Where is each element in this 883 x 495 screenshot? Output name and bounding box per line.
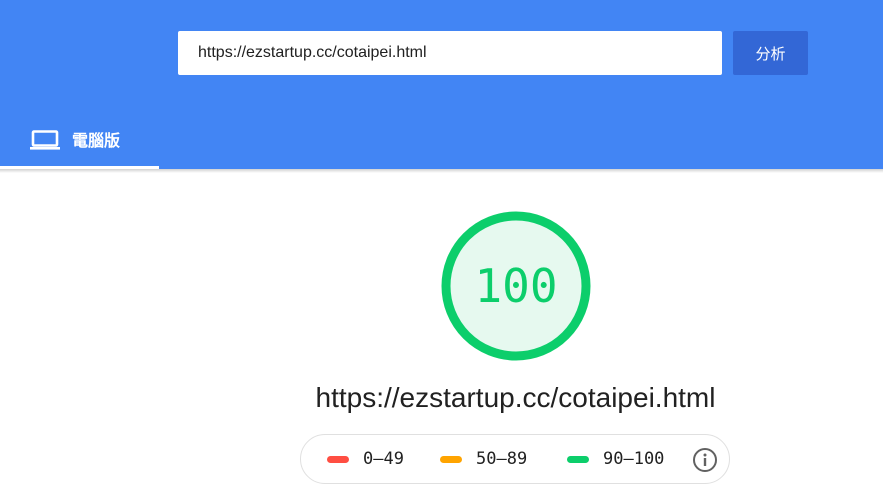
analyze-button[interactable]: 分析	[733, 31, 808, 75]
header-shadow	[0, 169, 883, 173]
legend-swatch-pass	[567, 455, 589, 463]
legend-item-average: 50–89	[440, 435, 527, 483]
legend-item-pass: 90–100	[567, 435, 664, 483]
performance-score: 100	[474, 259, 558, 313]
legend-label-fail: 0–49	[363, 449, 404, 469]
legend-swatch-fail	[327, 455, 349, 463]
tab-desktop-label: 電腦版	[72, 131, 121, 150]
legend-label-average: 50–89	[476, 449, 528, 469]
tab-desktop[interactable]: 電腦版	[0, 110, 159, 169]
laptop-icon	[30, 130, 60, 150]
score-legend: 0–49 50–89 90–100	[300, 434, 730, 484]
url-input[interactable]	[178, 31, 722, 75]
tested-url: https://ezstartup.cc/cotaipei.html	[315, 382, 716, 413]
info-icon[interactable]	[692, 447, 718, 473]
legend-swatch-average	[440, 455, 462, 463]
header-bar: 分析 電腦版	[0, 0, 883, 169]
legend-item-fail: 0–49	[327, 435, 404, 483]
legend-label-pass: 90–100	[603, 449, 665, 469]
